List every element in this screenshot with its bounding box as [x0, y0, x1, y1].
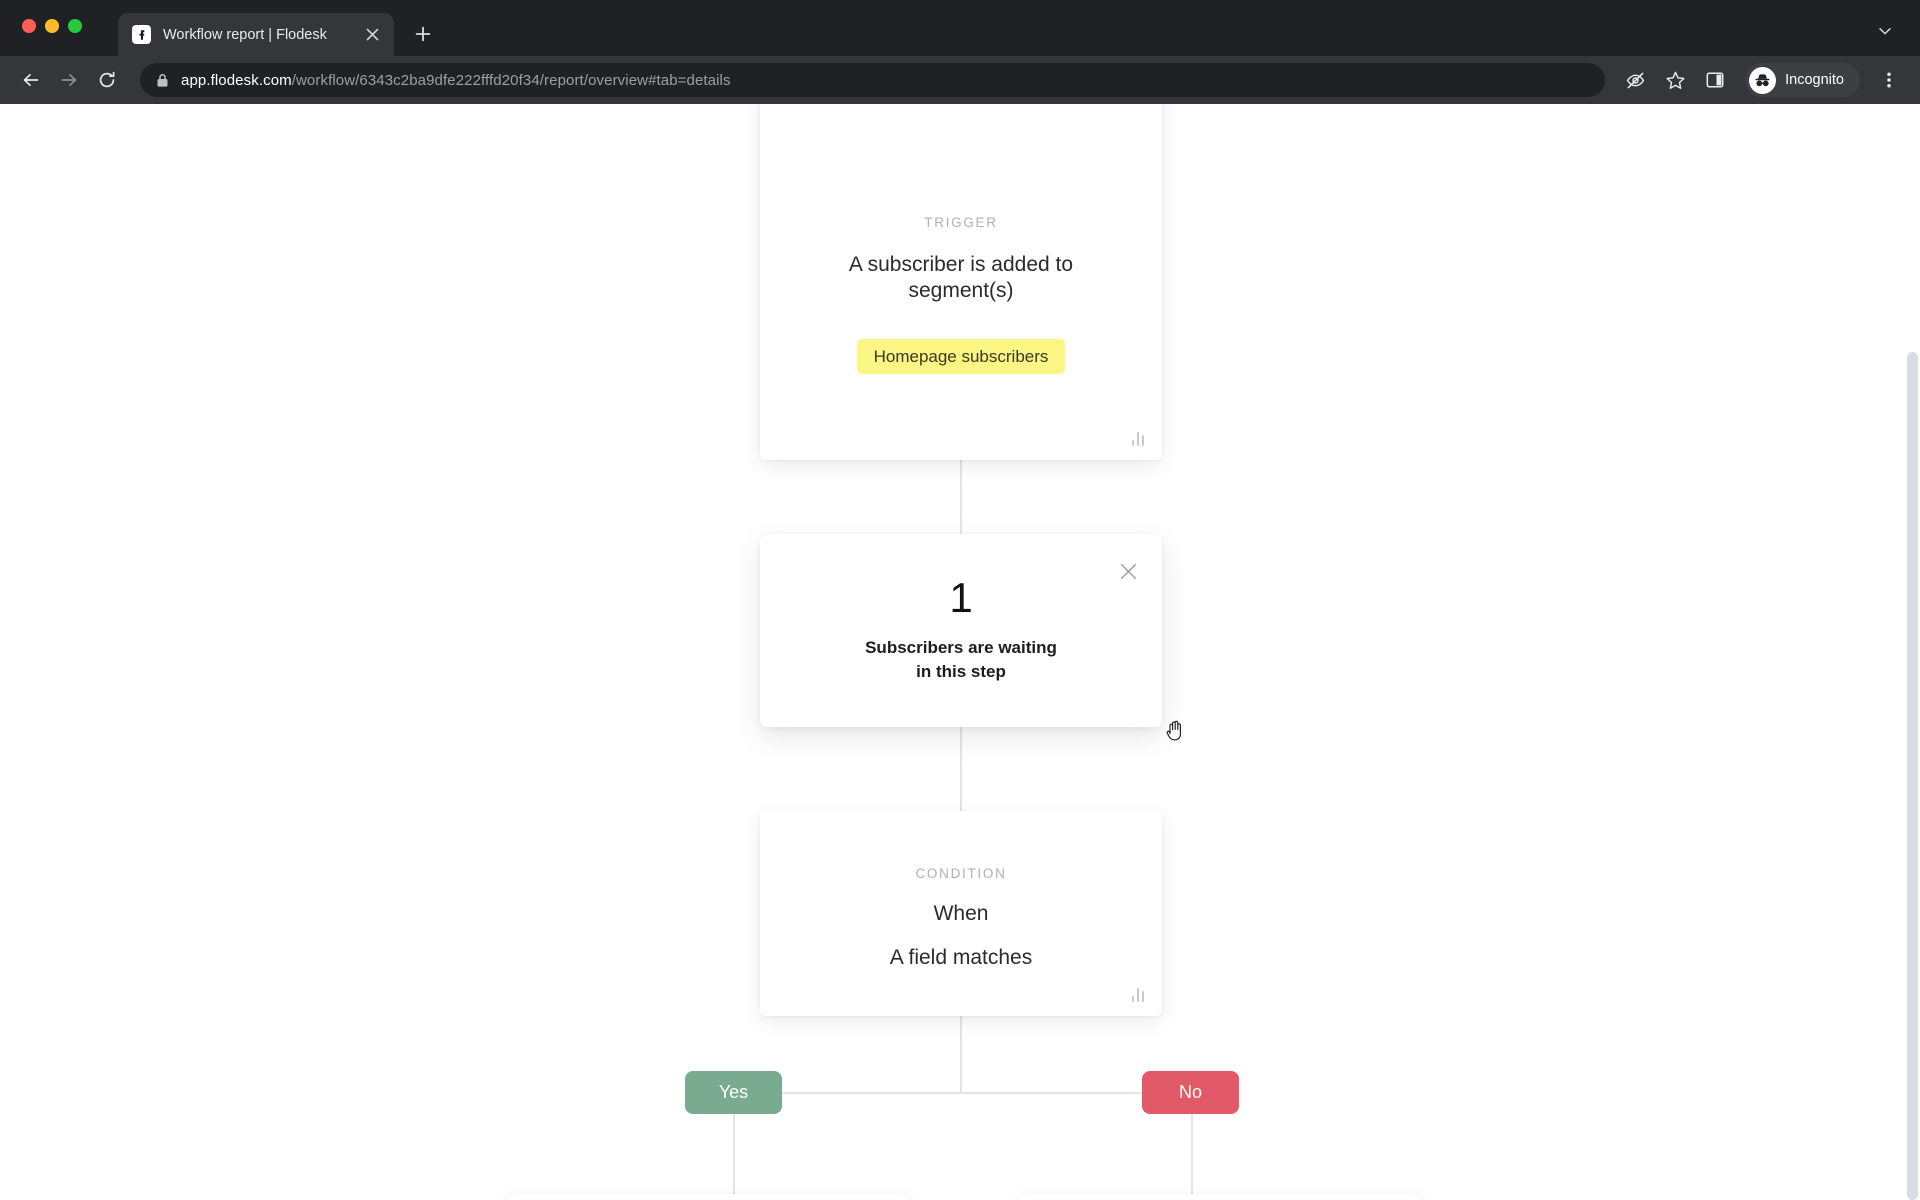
browser-toolbar: app.flodesk.com/workflow/6343c2ba9dfe222… — [0, 56, 1920, 104]
chevron-down-icon[interactable] — [1872, 18, 1898, 44]
condition-title-when: When — [933, 902, 989, 925]
branch-pill-no[interactable]: No — [1142, 1071, 1239, 1114]
connector-branch-horizontal — [733, 1092, 1193, 1094]
branch-pill-yes[interactable]: Yes — [685, 1071, 782, 1114]
url-text: app.flodesk.com/workflow/6343c2ba9dfe222… — [181, 72, 731, 89]
url-host: app.flodesk.com — [181, 71, 292, 89]
bar-chart-icon[interactable] — [1131, 984, 1144, 1002]
grab-cursor — [1163, 717, 1189, 743]
waiting-message-line1: Subscribers are waiting — [865, 637, 1057, 657]
page-scrollbar-thumb[interactable] — [1907, 352, 1918, 1200]
workflow-node-asana-action[interactable] — [508, 1194, 908, 1200]
incognito-label: Incognito — [1785, 72, 1844, 88]
connector-condition-to-split — [960, 1016, 962, 1092]
incognito-profile-chip[interactable]: Incognito — [1745, 63, 1860, 97]
forward-button[interactable] — [52, 63, 86, 97]
window-traffic-lights — [22, 19, 82, 33]
close-window-button[interactable] — [22, 19, 36, 33]
connector-no-down — [1191, 1114, 1193, 1196]
tab-title: Workflow report | Flodesk — [163, 26, 327, 43]
incognito-avatar — [1749, 66, 1777, 94]
chrome-menu-icon[interactable] — [1872, 63, 1906, 97]
new-tab-button[interactable] — [406, 17, 440, 51]
minimize-window-button[interactable] — [45, 19, 59, 33]
tab-list: Workflow report | Flodesk — [118, 0, 440, 56]
workflow-canvas[interactable]: TRIGGER A subscriber is added to segment… — [0, 104, 1920, 1200]
condition-title-field: A field matches — [889, 946, 1033, 970]
subscribers-waiting-popover[interactable]: 1 Subscribers are waiting in this step — [760, 534, 1162, 727]
waiting-message: Subscribers are waiting in this step — [865, 636, 1057, 684]
waiting-count: 1 — [949, 573, 973, 621]
lock-icon[interactable] — [156, 73, 169, 88]
eye-off-icon[interactable] — [1619, 64, 1651, 96]
browser-tab-strip: Workflow report | Flodesk — [0, 0, 1920, 56]
address-bar[interactable]: app.flodesk.com/workflow/6343c2ba9dfe222… — [140, 63, 1606, 97]
workflow-node-action[interactable]: ACTION Add subscribers to segment(s) — [1018, 1194, 1420, 1200]
flodesk-favicon — [132, 25, 151, 44]
connector-yes-down — [733, 1114, 735, 1196]
browser-tab[interactable]: Workflow report | Flodesk — [118, 13, 394, 56]
toolbar-icon-group: Incognito — [1619, 63, 1906, 97]
branch-no-label: No — [1178, 1082, 1202, 1102]
reload-button[interactable] — [90, 63, 124, 97]
condition-kicker: CONDITION — [915, 866, 1007, 881]
workflow-node-condition[interactable]: CONDITION When A field matches — [760, 811, 1162, 1016]
branch-yes-label: Yes — [718, 1082, 749, 1102]
url-path: /workflow/6343c2ba9dfe222fffd20f34/repor… — [291, 71, 731, 89]
bar-chart-icon[interactable] — [1131, 428, 1144, 446]
browser-window: Workflow report | Flodesk app.flodesk.co… — [0, 0, 1920, 1200]
trigger-title: A subscriber is added to segment(s) — [848, 253, 1074, 303]
connector-delay-to-condition — [960, 727, 962, 811]
maximize-window-button[interactable] — [68, 19, 82, 33]
side-panel-icon[interactable] — [1699, 64, 1731, 96]
close-tab-icon[interactable] — [360, 23, 384, 47]
workflow-canvas-viewport[interactable]: TRIGGER A subscriber is added to segment… — [0, 104, 1920, 1200]
page-scrollbar-track[interactable] — [1905, 104, 1920, 1200]
waiting-message-line2: in this step — [916, 662, 1006, 681]
close-icon[interactable] — [1115, 558, 1141, 584]
star-icon[interactable] — [1659, 64, 1691, 96]
trigger-kicker: TRIGGER — [924, 215, 998, 230]
back-button[interactable] — [14, 63, 48, 97]
workflow-node-trigger[interactable]: TRIGGER A subscriber is added to segment… — [760, 104, 1162, 460]
trigger-segment-chip[interactable]: Homepage subscribers — [856, 338, 1066, 374]
